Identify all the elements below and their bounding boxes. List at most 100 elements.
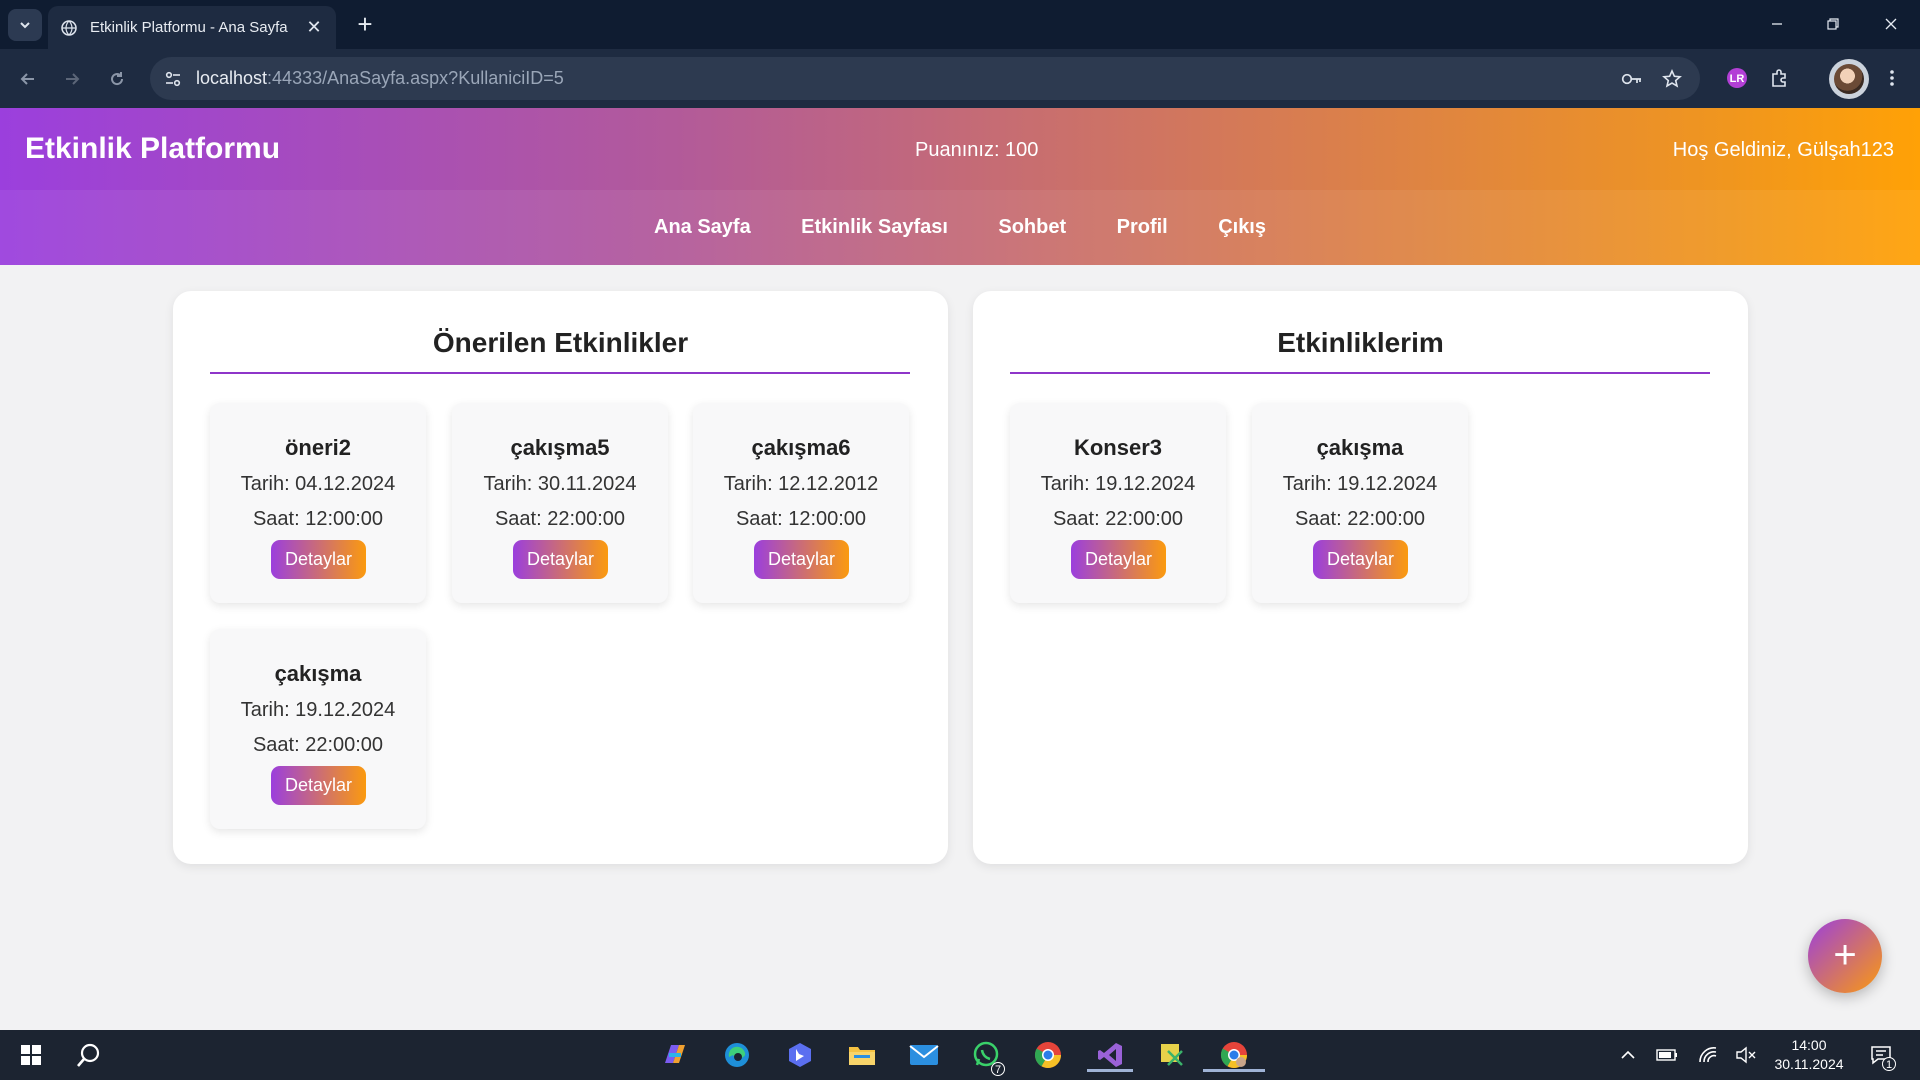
event-name: çakışma bbox=[274, 661, 362, 686]
browser-toolbar: localhost:44333/AnaSayfa.aspx?KullaniciI… bbox=[0, 49, 1920, 108]
chevron-up-icon[interactable] bbox=[1616, 1043, 1640, 1067]
address-bar[interactable]: localhost:44333/AnaSayfa.aspx?KullaniciI… bbox=[150, 57, 1700, 100]
whatsapp-icon[interactable]: 7 bbox=[969, 1038, 1005, 1076]
restore-icon bbox=[1827, 18, 1839, 30]
search-icon[interactable] bbox=[72, 1038, 106, 1072]
site-header: Etkinlik Platformu Puanınız: 100 Hoş Gel… bbox=[0, 108, 1920, 265]
my-events-panel: Etkinliklerim Konser3 Tarih: 19.12.2024 … bbox=[973, 291, 1748, 864]
active-indicator bbox=[1203, 1069, 1265, 1072]
details-button[interactable]: Detaylar bbox=[271, 766, 366, 805]
more-menu-icon[interactable] bbox=[1877, 63, 1907, 93]
nav-link-profile[interactable]: Profil bbox=[1117, 216, 1168, 239]
file-explorer-icon[interactable] bbox=[845, 1038, 879, 1072]
taskbar: 7 14:00 30.11.2024 1 bbox=[0, 1030, 1920, 1080]
event-card: öneri2 Tarih: 04.12.2024 Saat: 12:00:00 … bbox=[210, 403, 426, 603]
back-button[interactable] bbox=[12, 63, 44, 95]
profile-avatar[interactable] bbox=[1829, 59, 1869, 99]
whatsapp-badge: 7 bbox=[991, 1062, 1005, 1076]
event-time: Saat: 22:00:00 bbox=[1052, 508, 1184, 530]
event-date: Tarih: 19.12.2024 bbox=[1282, 473, 1438, 495]
minimize-button[interactable] bbox=[1757, 8, 1797, 40]
new-tab-button[interactable]: + bbox=[350, 10, 380, 40]
site-settings-icon[interactable] bbox=[162, 68, 184, 90]
visual-studio-icon[interactable] bbox=[1087, 1038, 1133, 1072]
key-icon[interactable] bbox=[1620, 67, 1644, 91]
nav-link-events[interactable]: Etkinlik Sayfası bbox=[801, 216, 948, 239]
event-card: çakışma Tarih: 19.12.2024 Saat: 22:00:00… bbox=[210, 629, 426, 829]
close-icon bbox=[1885, 18, 1897, 30]
close-tab-icon[interactable]: ✕ bbox=[304, 17, 324, 38]
event-date: Tarih: 30.11.2024 bbox=[483, 473, 637, 495]
event-card: çakışma5 Tarih: 30.11.2024 Saat: 22:00:0… bbox=[452, 403, 668, 603]
copilot-icon[interactable] bbox=[658, 1038, 692, 1072]
details-button[interactable]: Detaylar bbox=[271, 540, 366, 579]
event-time: Saat: 22:00:00 bbox=[1294, 508, 1426, 530]
event-name: çakışma bbox=[1316, 435, 1404, 460]
mail-icon[interactable] bbox=[907, 1038, 941, 1072]
event-time: Saat: 22:00:00 bbox=[494, 508, 626, 530]
event-name: çakışma5 bbox=[510, 435, 610, 460]
restore-button[interactable] bbox=[1813, 8, 1853, 40]
chrome-profile-icon[interactable] bbox=[1203, 1038, 1265, 1072]
details-button[interactable]: Detaylar bbox=[513, 540, 608, 579]
chevron-down-icon bbox=[20, 22, 30, 29]
edge-icon[interactable] bbox=[720, 1038, 754, 1072]
bing-icon[interactable] bbox=[783, 1038, 817, 1072]
event-card: çakışma Tarih: 19.12.2024 Saat: 22:00:00… bbox=[1252, 403, 1468, 603]
globe-icon bbox=[60, 19, 78, 37]
wifi-icon[interactable] bbox=[1696, 1043, 1720, 1067]
event-time: Saat: 12:00:00 bbox=[735, 508, 867, 530]
windows-start-icon[interactable] bbox=[14, 1038, 48, 1072]
notification-badge: 1 bbox=[1882, 1057, 1896, 1071]
event-date: Tarih: 19.12.2024 bbox=[240, 699, 396, 721]
nav-link-chat[interactable]: Sohbet bbox=[998, 216, 1066, 239]
event-name: Konser3 bbox=[1073, 435, 1163, 460]
nav-link-logout[interactable]: Çıkış bbox=[1218, 216, 1266, 239]
tab-search-button[interactable] bbox=[8, 9, 42, 41]
star-icon[interactable] bbox=[1660, 67, 1684, 91]
active-indicator bbox=[1087, 1069, 1133, 1072]
event-date: Tarih: 12.12.2012 bbox=[723, 473, 879, 495]
chrome-icon[interactable] bbox=[1031, 1038, 1065, 1072]
forward-button[interactable] bbox=[56, 63, 88, 95]
event-time: Saat: 12:00:00 bbox=[252, 508, 384, 530]
url-host: localhost bbox=[196, 68, 268, 88]
extension-lr-icon[interactable]: LR bbox=[1722, 63, 1752, 93]
notification-icon[interactable]: 1 bbox=[1868, 1043, 1896, 1071]
clock-date: 30.11.2024 bbox=[1774, 1056, 1844, 1072]
system-clock[interactable]: 14:00 30.11.2024 bbox=[1756, 1036, 1862, 1074]
browser-tab-active[interactable]: Etkinlik Platformu - Ana Sayfa ✕ bbox=[48, 6, 336, 49]
reload-icon bbox=[111, 72, 124, 86]
puzzle-icon[interactable] bbox=[1765, 63, 1795, 93]
welcome-message: Hoş Geldiniz, Gülşah123 bbox=[1672, 139, 1894, 161]
event-time: Saat: 22:00:00 bbox=[252, 734, 384, 756]
event-card: çakışma6 Tarih: 12.12.2012 Saat: 12:00:0… bbox=[693, 403, 909, 603]
clock-time: 14:00 bbox=[1791, 1037, 1827, 1053]
minimize-icon bbox=[1772, 23, 1782, 25]
browser-tab-strip: Etkinlik Platformu - Ana Sayfa ✕ + bbox=[0, 0, 1920, 49]
event-name: öneri2 bbox=[284, 435, 352, 460]
event-date: Tarih: 04.12.2024 bbox=[240, 473, 396, 495]
svg-text:LR: LR bbox=[1730, 73, 1745, 85]
reload-button[interactable] bbox=[101, 63, 133, 95]
main-nav: Ana Sayfa Etkinlik Sayfası Sohbet Profil… bbox=[0, 216, 1920, 239]
tab-title: Etkinlik Platformu - Ana Sayfa bbox=[90, 19, 288, 36]
add-event-button[interactable]: + bbox=[1808, 919, 1882, 993]
avatar-image bbox=[1834, 64, 1864, 94]
event-card: Konser3 Tarih: 19.12.2024 Saat: 22:00:00… bbox=[1010, 403, 1226, 603]
details-button[interactable]: Detaylar bbox=[1313, 540, 1408, 579]
arrow-left-icon bbox=[20, 73, 34, 85]
title-divider bbox=[1010, 372, 1710, 374]
nav-link-home[interactable]: Ana Sayfa bbox=[654, 216, 751, 239]
details-button[interactable]: Detaylar bbox=[754, 540, 849, 579]
close-window-button[interactable] bbox=[1871, 8, 1911, 40]
site-brand[interactable]: Etkinlik Platformu bbox=[25, 132, 280, 166]
snipping-tool-icon[interactable] bbox=[1155, 1038, 1189, 1072]
event-name: çakışma6 bbox=[751, 435, 851, 460]
details-button[interactable]: Detaylar bbox=[1071, 540, 1166, 579]
event-date: Tarih: 19.12.2024 bbox=[1040, 473, 1196, 495]
speaker-muted-icon[interactable] bbox=[1734, 1043, 1758, 1067]
user-points: Puanınız: 100 bbox=[915, 139, 1039, 161]
battery-icon[interactable] bbox=[1655, 1043, 1679, 1067]
url-path: :44333/AnaSayfa.aspx?KullaniciID=5 bbox=[267, 68, 564, 88]
